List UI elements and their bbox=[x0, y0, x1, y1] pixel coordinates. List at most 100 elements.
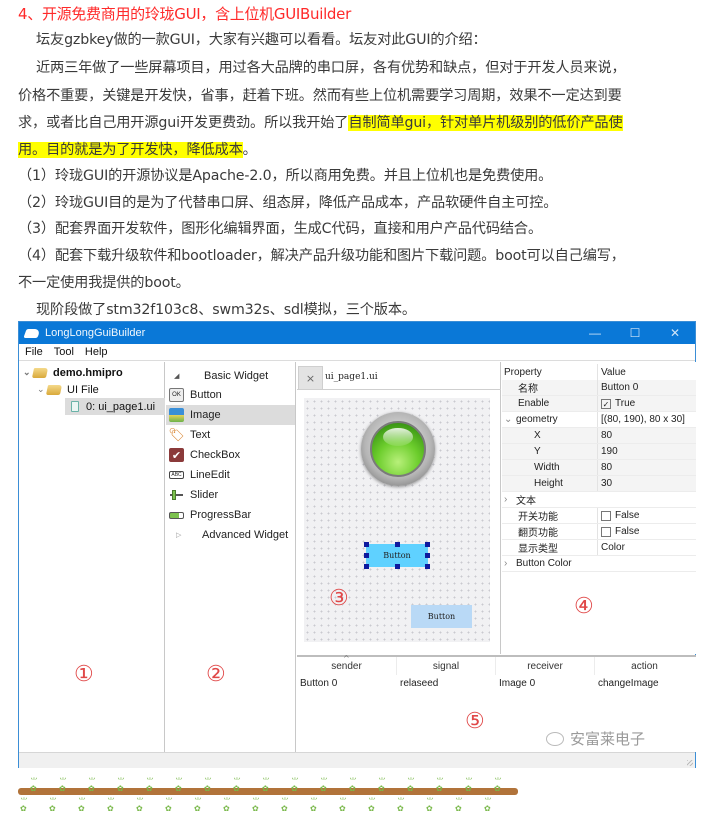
property-value[interactable]: False bbox=[598, 524, 696, 539]
widget-item-slider[interactable]: Slider bbox=[166, 485, 295, 505]
leaf-icon: ⺌✿ bbox=[252, 797, 260, 813]
property-row[interactable]: › Button Color bbox=[502, 556, 696, 572]
resize-handle[interactable] bbox=[364, 553, 369, 558]
annotation-4: ④ bbox=[574, 594, 594, 619]
widget-group-basic[interactable]: ◢ Basic Widget bbox=[166, 366, 295, 386]
file-icon bbox=[71, 401, 79, 412]
widget-item-progressbar[interactable]: ProgressBar bbox=[166, 505, 295, 525]
property-row[interactable]: Width 80 bbox=[502, 460, 696, 476]
widget-item-text[interactable]: 🏷 Text bbox=[166, 425, 295, 445]
property-value[interactable]: 80 bbox=[598, 460, 696, 475]
decorative-vine-divider: ⺌✿ ⺌✿ ⺌✿ ⺌✿ ⺌✿ ⺌✿ ⺌✿ ⺌✿ ⺌✿ ⺌✿ ⺌✿ ⺌✿ ⺌✿ ⺌✿ ⺌✿ ⺌✿ ⺌✿ ⺌✿ ⺌✿ ⺌✿… bbox=[18, 775, 518, 813]
resize-handle[interactable] bbox=[364, 564, 369, 569]
leaf-icon: ⺌✿ bbox=[223, 797, 231, 813]
widget-label: ProgressBar bbox=[190, 509, 252, 521]
led-image-widget[interactable] bbox=[361, 412, 435, 486]
property-row[interactable]: › 文本 bbox=[502, 492, 696, 508]
property-row[interactable]: Y 190 bbox=[502, 444, 696, 460]
design-canvas[interactable]: Button Button ③ bbox=[304, 398, 490, 642]
property-row[interactable]: Enable ✓ True bbox=[502, 396, 696, 412]
property-row[interactable]: 翻页功能 False bbox=[502, 524, 696, 540]
column-header-signal[interactable]: signal bbox=[397, 657, 496, 675]
property-value[interactable]: Button 0 bbox=[598, 380, 696, 395]
leaf-icon: ⺌✿ bbox=[339, 797, 347, 813]
leaf-icon: ⺌✿ bbox=[204, 777, 212, 793]
resize-handle[interactable] bbox=[395, 542, 400, 547]
tree-item-file[interactable]: 0: ui_page1.ui bbox=[65, 398, 165, 415]
widget-group-advanced[interactable]: ▷ Advanced Widget bbox=[166, 525, 295, 545]
body-line-1: 近两三年做了一些屏幕项目，用过各大品牌的串口屏，各有优势和缺点，但对于开发人员来… bbox=[36, 60, 626, 76]
resize-handle[interactable] bbox=[364, 542, 369, 547]
resize-grip[interactable] bbox=[687, 760, 693, 766]
widget-label: Slider bbox=[190, 489, 219, 501]
property-key-label: 翻页功能 bbox=[518, 528, 558, 539]
checkbox[interactable] bbox=[601, 510, 611, 521]
property-value[interactable]: 190 bbox=[598, 444, 696, 459]
button-widget-2[interactable]: Button bbox=[411, 605, 472, 628]
property-value[interactable]: 30 bbox=[598, 476, 696, 491]
tree-item-label: UI File bbox=[67, 383, 99, 396]
widget-item-image[interactable]: Image bbox=[166, 405, 295, 425]
chevron-right-icon[interactable]: › bbox=[504, 494, 516, 505]
signal-cell-sender[interactable]: Button 0 bbox=[300, 678, 337, 689]
collapse-icon[interactable]: ◢ bbox=[174, 372, 184, 380]
property-value[interactable]: 80 bbox=[598, 428, 696, 443]
property-row[interactable]: ⌄ geometry [(80, 190), 80 x 30] bbox=[502, 412, 696, 428]
maximize-button[interactable]: ☐ bbox=[615, 322, 655, 344]
chevron-right-icon[interactable]: › bbox=[504, 558, 516, 569]
column-header-receiver[interactable]: receiver bbox=[496, 657, 595, 675]
highlight-text-2: 用。目的就是为了开发快，降低成本 bbox=[18, 142, 243, 158]
resize-handle[interactable] bbox=[395, 564, 400, 569]
tab-close-icon[interactable]: × bbox=[298, 366, 323, 390]
property-value-label: True bbox=[615, 398, 636, 409]
signal-cell-action[interactable]: changeImage bbox=[598, 678, 659, 689]
value-column-header[interactable]: Value bbox=[598, 364, 696, 380]
minimize-button[interactable]: — bbox=[575, 322, 615, 344]
leaf-icon: ⺌✿ bbox=[136, 797, 144, 813]
property-value[interactable]: Color bbox=[598, 540, 696, 555]
checkbox[interactable]: ✓ bbox=[601, 398, 611, 409]
resize-handle[interactable] bbox=[425, 564, 430, 569]
watermark-text: 安富莱电子 bbox=[570, 730, 646, 748]
close-button[interactable]: ✕ bbox=[655, 322, 695, 344]
signal-cell-signal[interactable]: relaseed bbox=[400, 678, 438, 689]
property-value[interactable]: [(80, 190), 80 x 30] bbox=[598, 412, 696, 427]
menu-tool[interactable]: Tool bbox=[48, 346, 79, 358]
list-item-4-cont: 不一定使用我提供的boot。 bbox=[18, 275, 190, 291]
resize-handle[interactable] bbox=[425, 542, 430, 547]
property-row[interactable]: 显示类型 Color bbox=[502, 540, 696, 556]
resize-handle[interactable] bbox=[425, 553, 430, 558]
menu-file[interactable]: File bbox=[19, 346, 48, 358]
property-key-label: 显示类型 bbox=[518, 544, 558, 555]
menu-help[interactable]: Help bbox=[79, 346, 113, 358]
chevron-down-icon[interactable]: ⌄ bbox=[504, 414, 516, 425]
annotation-2: ② bbox=[206, 662, 226, 687]
selected-button-widget[interactable]: Button bbox=[364, 542, 430, 569]
property-value[interactable]: ✓ True bbox=[598, 396, 696, 411]
tree-item-folder[interactable]: ⌄ UI File bbox=[37, 381, 99, 398]
property-row[interactable]: X 80 bbox=[502, 428, 696, 444]
widget-item-checkbox[interactable]: ✔ CheckBox bbox=[166, 445, 295, 465]
widget-label: CheckBox bbox=[190, 449, 241, 461]
editor-tab[interactable]: × ui_page1.ui bbox=[297, 362, 501, 390]
checkbox[interactable] bbox=[601, 526, 611, 537]
property-value[interactable]: False bbox=[598, 508, 696, 523]
chevron-right-icon[interactable]: ▷ bbox=[176, 531, 186, 539]
leaf-icon: ⺌✿ bbox=[310, 797, 318, 813]
signal-cell-receiver[interactable]: Image 0 bbox=[499, 678, 535, 689]
leaf-icon: ⺌✿ bbox=[320, 777, 328, 793]
property-key: Y bbox=[502, 444, 598, 459]
property-key: ⌄ geometry bbox=[502, 412, 598, 427]
leaf-icon: ⺌✿ bbox=[349, 777, 357, 793]
tab-label[interactable]: ui_page1.ui bbox=[325, 372, 378, 382]
property-row[interactable]: 名称 Button 0 bbox=[502, 380, 696, 396]
property-column-header[interactable]: Property bbox=[502, 364, 598, 380]
tree-item-project[interactable]: ⌄ demo.hmipro bbox=[23, 364, 123, 381]
widget-item-lineedit[interactable]: ABC LineEdit bbox=[166, 465, 295, 485]
property-key-label: 文本 bbox=[516, 496, 536, 507]
column-header-action[interactable]: action bbox=[595, 657, 694, 675]
property-row[interactable]: 开关功能 False bbox=[502, 508, 696, 524]
tree-item-label: 0: ui_page1.ui bbox=[86, 400, 156, 413]
widget-item-button[interactable]: OK Button bbox=[166, 385, 295, 405]
property-row[interactable]: Height 30 bbox=[502, 476, 696, 492]
